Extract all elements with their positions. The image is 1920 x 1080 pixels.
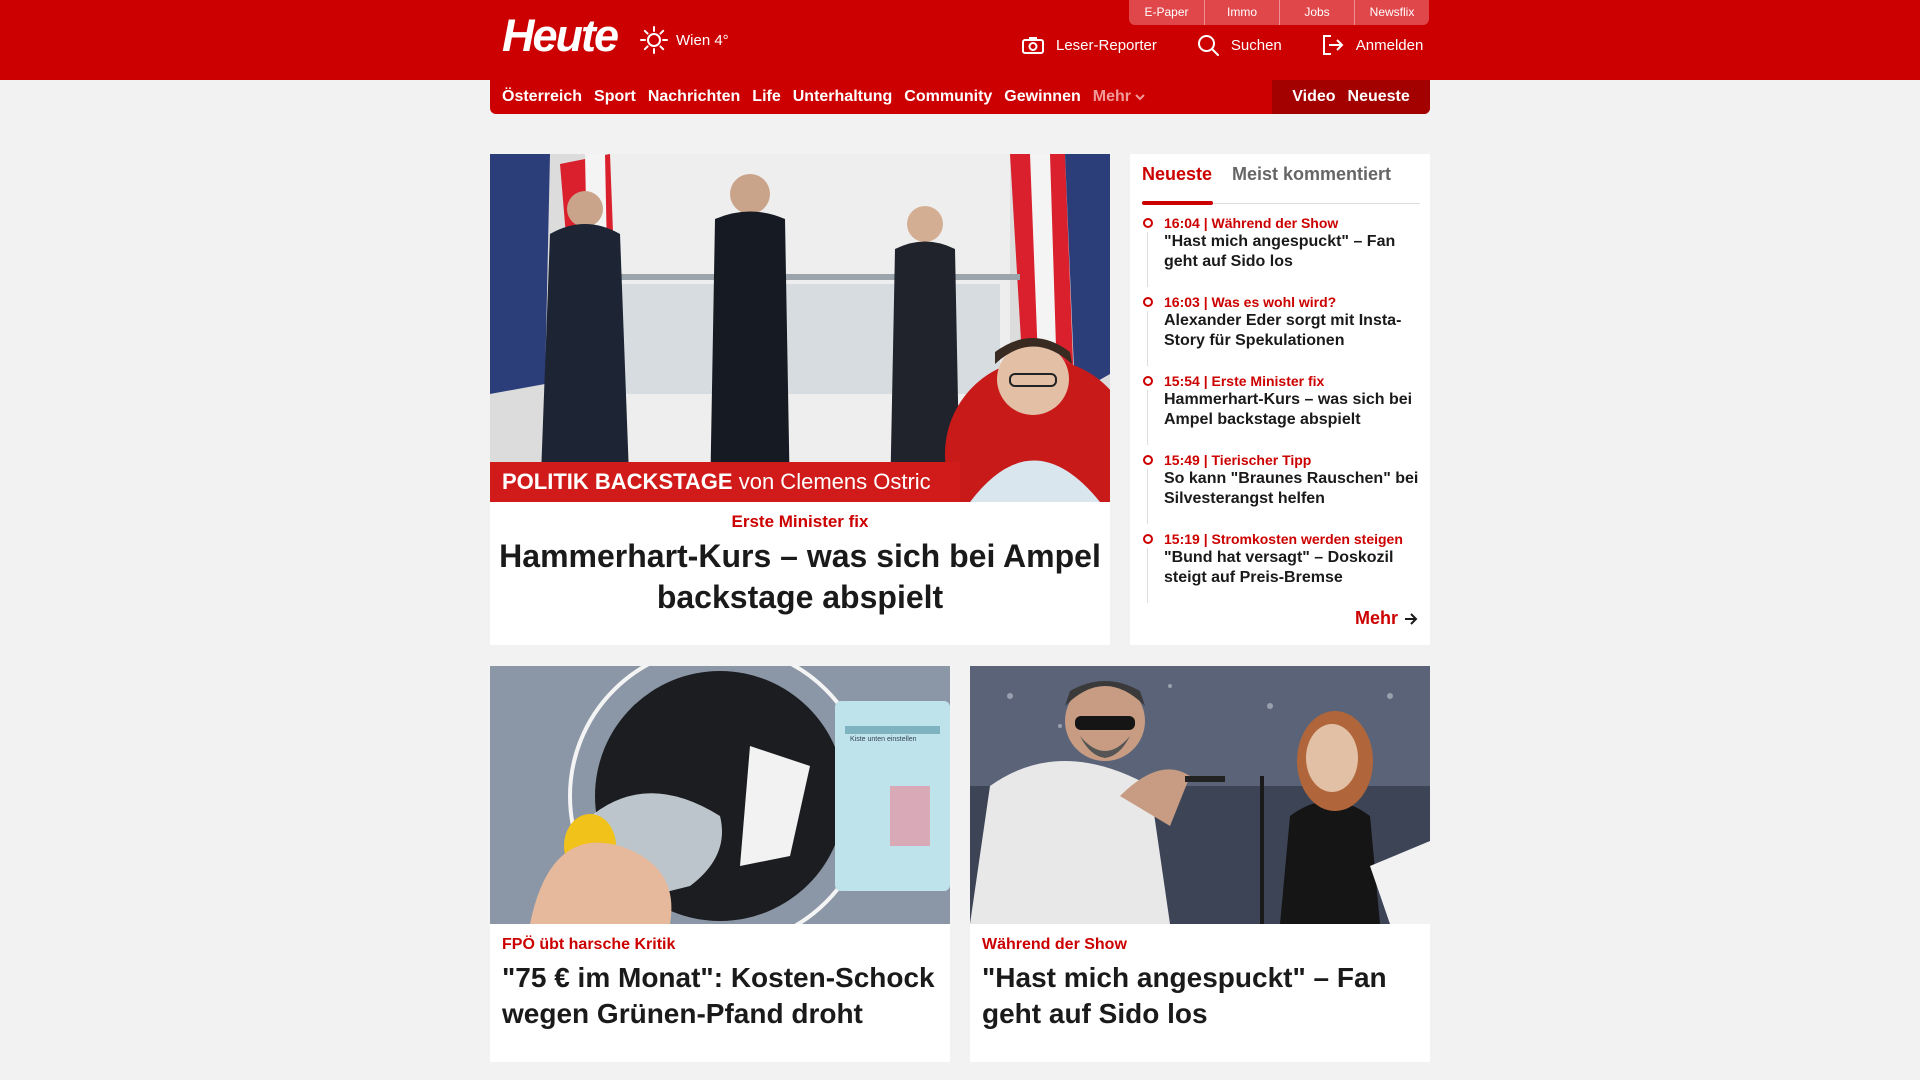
epaper-link[interactable]: E-Paper — [1129, 0, 1204, 25]
feed-title: So kann "Braunes Rauschen" bei Silvester… — [1164, 470, 1419, 507]
hero-kicker: Erste Minister fix — [731, 512, 869, 531]
timeline-line — [1147, 390, 1148, 445]
hero-image: POLITIK BACKSTAGE von Clemens Ostric — [490, 154, 1110, 502]
timeline-line — [1147, 232, 1148, 287]
timeline-line — [1147, 469, 1148, 524]
article-kicker: FPÖ übt harsche Kritik — [502, 936, 676, 953]
camera-icon — [1022, 37, 1044, 54]
feed-meta: 15:19 | Stromkosten werden steigen — [1164, 531, 1403, 547]
immo-link[interactable]: Immo — [1204, 0, 1279, 25]
search-button[interactable]: Suchen — [1197, 34, 1282, 56]
latest-news-sidebar: Neueste Meist kommentiert 16:04 | Währen… — [1130, 154, 1430, 645]
arrow-right-icon — [1405, 612, 1418, 625]
header-actions: Leser-Reporter Suchen Anmelden — [1022, 34, 1423, 56]
nav-item-sport[interactable]: Sport — [594, 88, 636, 106]
list-item[interactable]: 15:54 | Erste Minister fix Hammerhart-Ku… — [1142, 372, 1427, 451]
nav-item-nachrichten[interactable]: Nachrichten — [648, 88, 740, 106]
nav-item-community[interactable]: Community — [904, 88, 992, 106]
more-news-link[interactable]: Mehr — [1355, 608, 1418, 629]
more-news-label: Mehr — [1354, 608, 1398, 628]
hero-banner: POLITIK BACKSTAGE von Clemens Ostric — [490, 462, 960, 502]
timeline-dot — [1143, 297, 1153, 307]
login-button[interactable]: Anmelden — [1322, 35, 1424, 55]
jobs-link[interactable]: Jobs — [1279, 0, 1354, 25]
search-label: Suchen — [1230, 36, 1282, 54]
nav-item-video[interactable]: Video — [1292, 88, 1335, 106]
article-title[interactable]: "Hast mich angespuckt" – Fan geht auf Si… — [982, 960, 1418, 1032]
feed-meta: 15:54 | Erste Minister fix — [1164, 373, 1325, 389]
timeline-dot — [1143, 534, 1153, 544]
timeline-dot — [1143, 218, 1153, 228]
feed-title: "Hast mich angespuckt" – Fan geht auf Si… — [1164, 233, 1396, 270]
sun-icon — [640, 26, 668, 54]
search-icon — [1197, 35, 1219, 56]
article-kicker: Während der Show — [982, 936, 1127, 953]
nav-item-neueste[interactable]: Neueste — [1348, 88, 1410, 106]
article-image: Kiste unten einstellen — [490, 666, 950, 924]
feed-meta: 16:03 | Was es wohl wird? — [1164, 294, 1337, 310]
hero-banner-bold: POLITIK BACKSTAGE — [502, 469, 733, 494]
login-label: Anmelden — [1355, 36, 1424, 54]
chevron-down-icon — [1135, 94, 1145, 101]
nav-item-unterhaltung[interactable]: Unterhaltung — [793, 88, 893, 106]
tab-meist-kommentiert[interactable]: Meist kommentiert — [1232, 164, 1391, 185]
article-card[interactable]: Während der Show "Hast mich angespuckt" … — [970, 666, 1430, 1062]
timeline-line — [1147, 311, 1148, 366]
nav-right-group: Video Neueste — [1272, 80, 1430, 114]
hero-banner-author: von Clemens Ostric — [738, 469, 931, 494]
machine-screen-text: Kiste unten einstellen — [850, 736, 917, 743]
login-icon — [1322, 35, 1344, 55]
nav-item-oesterreich[interactable]: Österreich — [502, 88, 582, 106]
feed-meta: 15:49 | Tierischer Tipp — [1164, 452, 1312, 468]
nav-item-gewinnen[interactable]: Gewinnen — [1004, 88, 1080, 106]
article-card[interactable]: Kiste unten einstellen FPÖ übt harsche K… — [490, 666, 950, 1062]
timeline-dot — [1143, 376, 1153, 386]
news-feed: 16:04 | Während der Show "Hast mich ange… — [1142, 214, 1427, 609]
site-logo[interactable]: Heute — [502, 10, 619, 62]
nav-more-label: Mehr — [1092, 88, 1131, 105]
hero-article[interactable]: POLITIK BACKSTAGE von Clemens Ostric Ers… — [490, 154, 1110, 645]
tab-neueste[interactable]: Neueste — [1142, 164, 1212, 185]
timeline-dot — [1143, 455, 1153, 465]
list-item[interactable]: 15:49 | Tierischer Tipp So kann "Braunes… — [1142, 451, 1427, 530]
weather-widget[interactable]: Wien 4° — [640, 26, 729, 54]
hero-title[interactable]: Hammerhart-Kurs – was sich bei Ampel bac… — [490, 536, 1110, 618]
newsflix-link[interactable]: Newsflix — [1354, 0, 1429, 25]
nav-more-dropdown[interactable]: Mehr — [1093, 88, 1145, 106]
timeline-line — [1147, 548, 1148, 603]
feed-title: Alexander Eder sorgt mit Insta-Story für… — [1164, 312, 1402, 349]
nav-item-life[interactable]: Life — [752, 88, 780, 106]
weather-label: Wien 4° — [676, 31, 729, 49]
article-image — [970, 666, 1430, 924]
sidebar-tabs: Neueste Meist kommentiert — [1142, 164, 1420, 205]
active-tab-indicator — [1142, 201, 1213, 205]
feed-title: Hammerhart-Kurs – was sich bei Ampel bac… — [1164, 391, 1413, 428]
feed-meta: 16:04 | Während der Show — [1164, 215, 1339, 231]
list-item[interactable]: 16:03 | Was es wohl wird? Alexander Eder… — [1142, 293, 1427, 372]
article-title[interactable]: "75 € im Monat": Kosten-Schock wegen Grü… — [502, 960, 938, 1032]
list-item[interactable]: 15:19 | Stromkosten werden steigen "Bund… — [1142, 530, 1427, 609]
top-service-bar: E-Paper Immo Jobs Newsflix — [1129, 0, 1429, 25]
main-navigation: Österreich Sport Nachrichten Life Unterh… — [490, 80, 1430, 114]
leser-reporter-label: Leser-Reporter — [1056, 36, 1157, 54]
feed-title: "Bund hat versagt" – Doskozil steigt auf… — [1164, 549, 1394, 586]
leser-reporter-button[interactable]: Leser-Reporter — [1022, 36, 1157, 54]
site-header: E-Paper Immo Jobs Newsflix Heute Wien 4°… — [0, 0, 1920, 80]
list-item[interactable]: 16:04 | Während der Show "Hast mich ange… — [1142, 214, 1427, 293]
